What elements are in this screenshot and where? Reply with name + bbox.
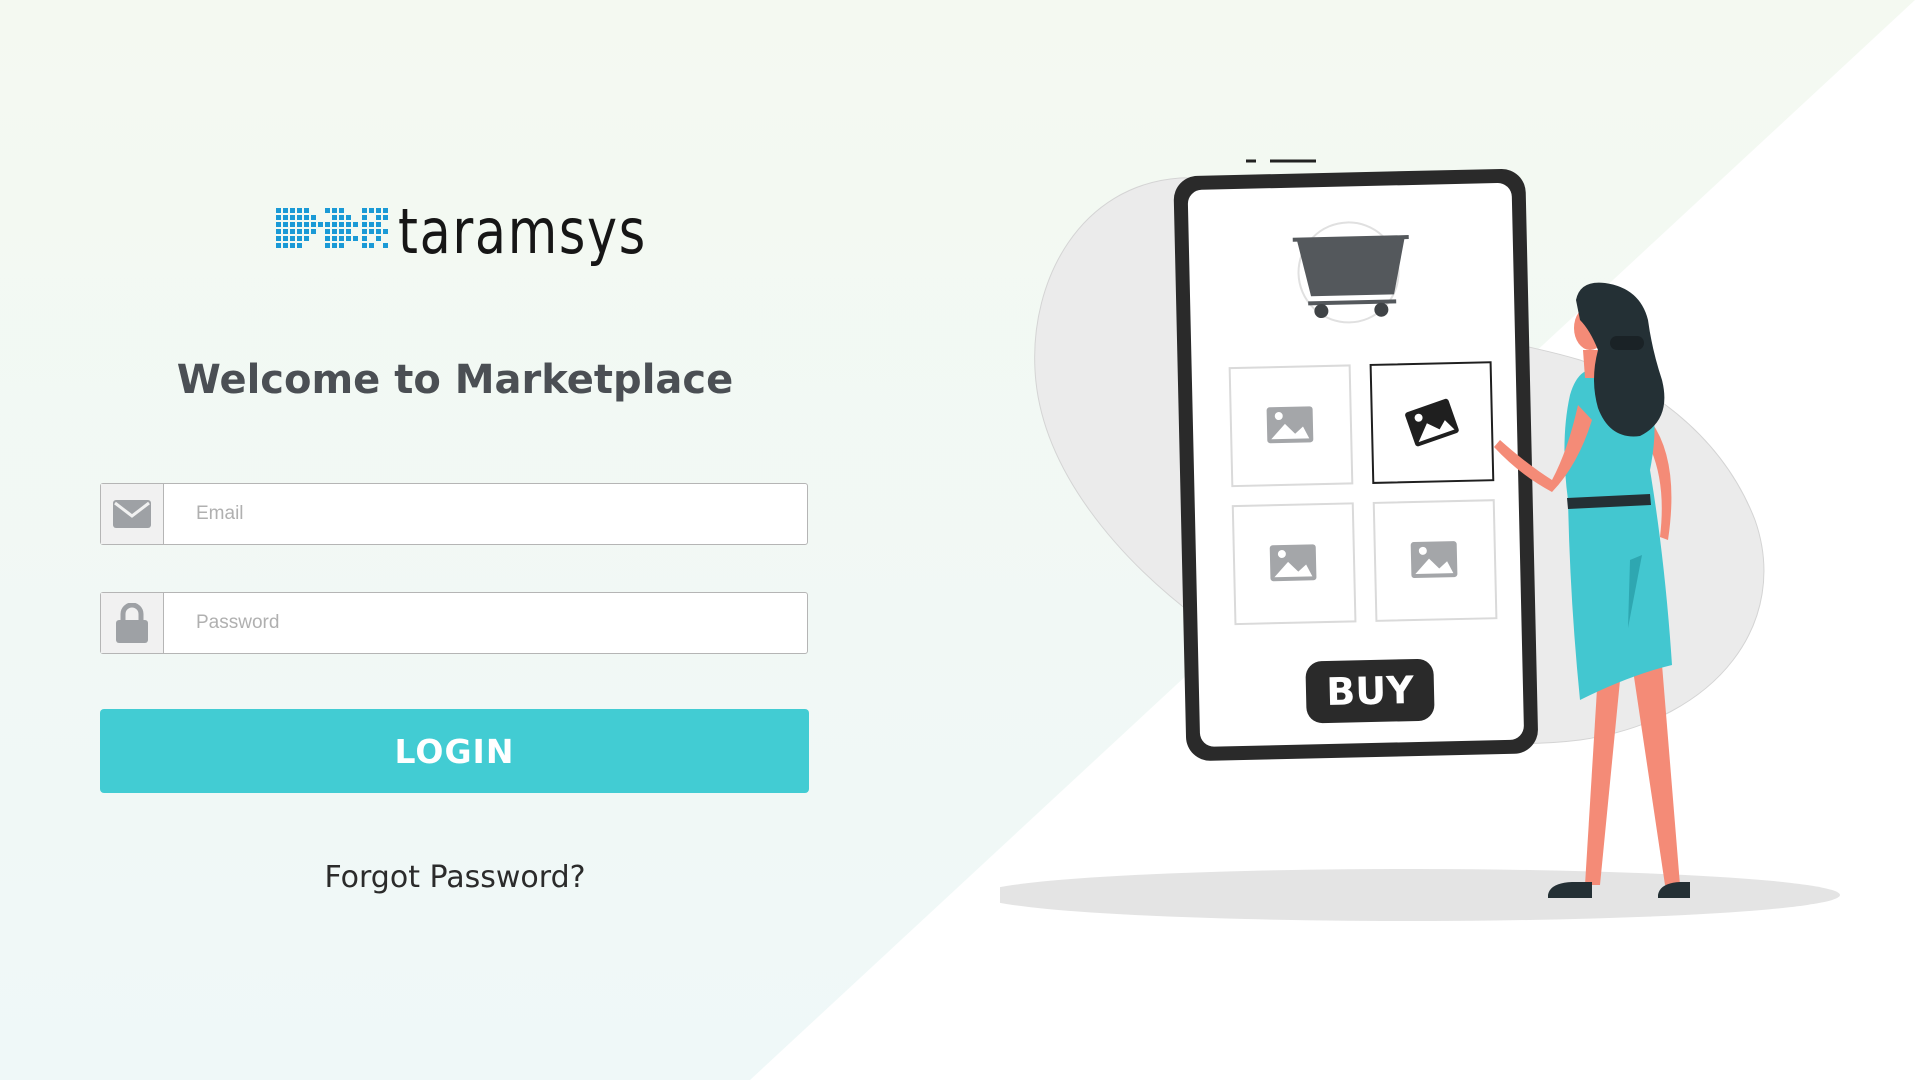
password-input[interactable] — [164, 593, 807, 653]
email-input[interactable] — [164, 484, 807, 544]
forgot-password-link[interactable]: Forgot Password? — [100, 860, 810, 895]
product-tile — [1231, 502, 1357, 626]
brand-logo: taramsys — [276, 196, 701, 268]
lock-icon — [116, 603, 148, 643]
envelope-icon — [113, 500, 151, 528]
password-icon-box — [101, 593, 164, 653]
page-title: Welcome to Marketplace — [176, 357, 734, 403]
password-field[interactable] — [100, 592, 808, 654]
brand-name: taramsys — [398, 195, 647, 268]
login-button[interactable]: LOGIN — [100, 709, 809, 793]
phone-mockup: BUY — [1173, 168, 1538, 761]
logo-mark-icon — [276, 208, 388, 248]
product-tile — [1228, 364, 1354, 488]
product-tile-selected — [1369, 361, 1495, 484]
email-field[interactable] — [100, 483, 808, 545]
product-tile — [1372, 499, 1498, 622]
email-icon-box — [101, 484, 164, 544]
buy-label: BUY — [1326, 668, 1415, 714]
ground-shadow — [1000, 869, 1840, 921]
shopping-illustration: BUY — [1000, 159, 1840, 921]
